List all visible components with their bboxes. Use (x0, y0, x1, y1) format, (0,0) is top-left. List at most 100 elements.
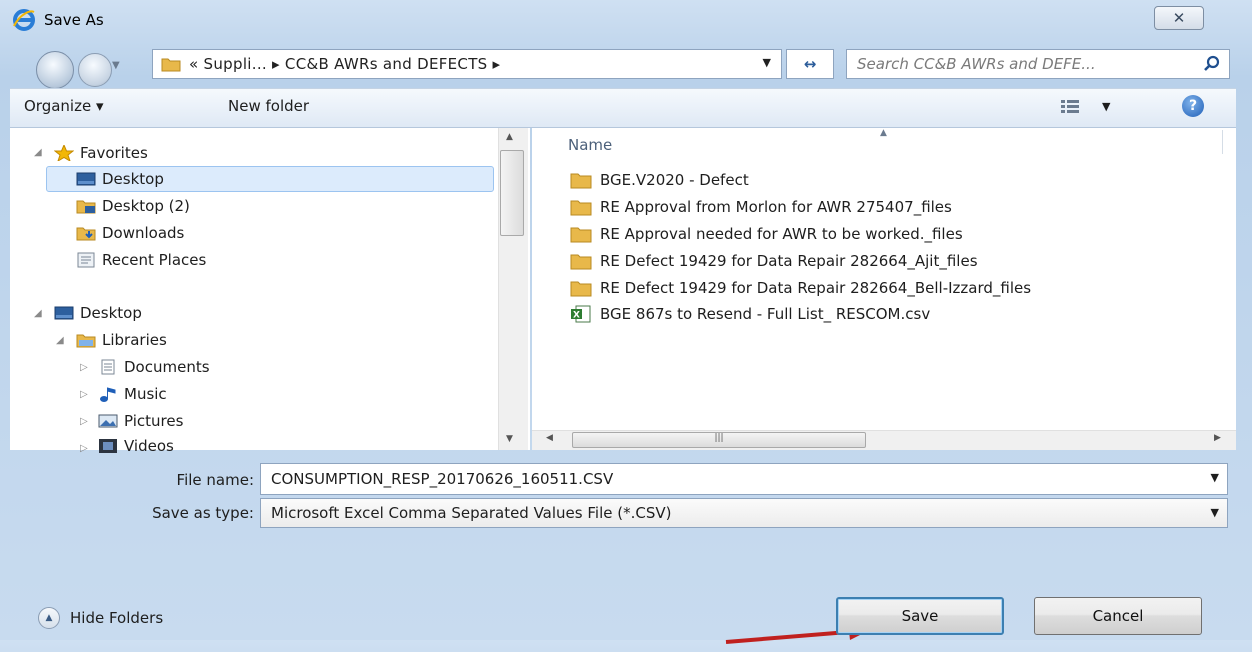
nav-libraries[interactable]: Libraries (76, 331, 167, 349)
nav-library-music[interactable]: Music (98, 385, 167, 403)
close-icon: ✕ (1172, 9, 1186, 27)
address-bar[interactable]: « Suppli... ▸ CC&B AWRs and DEFECTS ▸ ▼ (152, 49, 782, 79)
hide-folders-button[interactable]: ▲ Hide Folders (38, 607, 163, 629)
search-icon[interactable] (1203, 55, 1221, 73)
toolbar (10, 88, 1236, 128)
column-separator[interactable] (1222, 130, 1223, 154)
nav-label: Music (124, 385, 167, 403)
collapsed-triangle-icon[interactable]: ▷ (80, 416, 88, 427)
recent-pages-dropdown-icon[interactable]: ▼ (112, 60, 126, 80)
nav-label: Libraries (102, 331, 167, 349)
nav-label: Documents (124, 358, 210, 376)
excel-csv-icon: X (571, 305, 591, 323)
expanded-triangle-icon[interactable]: ◢ (34, 308, 42, 319)
file-name-value[interactable]: CONSUMPTION_RESP_20170626_160511.CSV (271, 470, 613, 488)
nav-library-videos[interactable]: Videos (98, 437, 174, 455)
folder-icon (570, 173, 592, 189)
file-name: RE Defect 19429 for Data Repair 282664_B… (600, 279, 1032, 297)
cancel-button[interactable]: Cancel (1034, 597, 1202, 635)
breadcrumb[interactable]: « Suppli... ▸ CC&B AWRs and DEFECTS ▸ (189, 55, 500, 73)
nav-library-documents[interactable]: Documents (98, 358, 210, 376)
nav-desktop[interactable]: Desktop (54, 304, 142, 322)
view-dropdown-icon[interactable]: ▼ (1102, 100, 1110, 113)
refresh-button[interactable]: ↔ (786, 49, 834, 79)
nav-favorites-recent-places[interactable]: Recent Places (76, 251, 206, 269)
search-input[interactable]: Search CC&B AWRs and DEFE... (846, 49, 1230, 79)
file-name-label: File name: (176, 471, 254, 489)
music-icon (100, 387, 116, 402)
chevron-down-icon[interactable]: ▼ (1211, 506, 1219, 519)
organize-menu[interactable]: Organize ▾ (24, 97, 104, 115)
file-name: BGE.V2020 - Defect (600, 171, 749, 189)
nav-scroll-thumb[interactable] (500, 150, 524, 236)
libraries-icon (76, 334, 96, 348)
desktop-icon (76, 172, 96, 186)
videos-icon (99, 439, 117, 453)
file-list-item[interactable]: RE Approval needed for AWR to be worked.… (570, 225, 963, 243)
file-name: BGE 867s to Resend - Full List_ RESCOM.c… (600, 305, 931, 323)
nav-label: Pictures (124, 412, 184, 430)
save-as-type-select[interactable]: Microsoft Excel Comma Separated Values F… (260, 498, 1228, 528)
svg-text:X: X (573, 311, 580, 321)
file-list-item[interactable]: X BGE 867s to Resend - Full List_ RESCOM… (570, 305, 930, 323)
expanded-triangle-icon[interactable]: ◢ (34, 147, 42, 158)
nav-label: Downloads (102, 224, 185, 242)
file-list-item[interactable]: RE Defect 19429 for Data Repair 282664_A… (570, 252, 978, 270)
search-placeholder: Search CC&B AWRs and DEFE... (857, 55, 1096, 73)
folder-icon (161, 58, 181, 72)
title-bar (0, 0, 1252, 38)
file-list-item[interactable]: BGE.V2020 - Defect (570, 171, 749, 189)
folder-icon (570, 281, 592, 297)
file-name: RE Approval from Morlon for AWR 275407_f… (600, 198, 952, 216)
back-button[interactable] (36, 51, 74, 89)
desktop-icon (54, 306, 74, 320)
nav-favorites-downloads[interactable]: Downloads (76, 224, 184, 242)
collapse-up-icon: ▲ (38, 607, 60, 629)
hide-folders-label: Hide Folders (70, 609, 164, 627)
nav-favorites-desktop[interactable]: Desktop (76, 170, 164, 188)
folder-icon (570, 254, 592, 270)
save-as-type-label: Save as type: (152, 504, 254, 522)
window-title: Save As (44, 11, 104, 29)
collapsed-triangle-icon[interactable]: ▷ (80, 362, 88, 373)
nav-favorites[interactable]: Favorites (54, 144, 148, 162)
scroll-left-icon[interactable]: ◀ (546, 433, 553, 443)
file-list-item[interactable]: RE Approval from Morlon for AWR 275407_f… (570, 198, 952, 216)
scroll-up-icon[interactable]: ▲ (506, 132, 513, 142)
horizontal-scroll-thumb[interactable]: ||| (572, 432, 866, 448)
column-header-name[interactable]: Name (568, 136, 612, 154)
sort-ascending-icon: ▲ (880, 128, 887, 138)
view-options-icon[interactable] (1060, 98, 1080, 114)
nav-label: Favorites (80, 144, 148, 162)
collapsed-triangle-icon[interactable]: ▷ (80, 443, 88, 454)
recent-places-icon (77, 252, 95, 268)
refresh-icon: ↔ (803, 55, 817, 73)
nav-label: Desktop (102, 170, 164, 188)
file-name-field[interactable]: CONSUMPTION_RESP_20170626_160511.CSV ▼ (260, 463, 1228, 495)
file-name: RE Defect 19429 for Data Repair 282664_A… (600, 252, 978, 270)
nav-label: Recent Places (102, 251, 207, 269)
nav-favorites-desktop-2[interactable]: Desktop (2) (76, 197, 190, 215)
scroll-right-icon[interactable]: ▶ (1214, 433, 1221, 443)
file-name: RE Approval needed for AWR to be worked.… (600, 225, 963, 243)
help-icon[interactable]: ? (1182, 95, 1204, 117)
forward-button[interactable] (78, 53, 112, 87)
folder-icon (76, 200, 96, 214)
nav-label: Videos (124, 437, 174, 455)
expanded-triangle-icon[interactable]: ◢ (56, 335, 64, 346)
folder-icon (570, 200, 592, 216)
nav-library-pictures[interactable]: Pictures (98, 412, 183, 430)
chevron-down-icon[interactable]: ▼ (1211, 471, 1219, 484)
star-icon (54, 145, 74, 161)
file-list-item[interactable]: RE Defect 19429 for Data Repair 282664_B… (570, 279, 1031, 297)
chevron-down-icon[interactable]: ▼ (763, 56, 771, 69)
downloads-icon (76, 227, 96, 241)
nav-label: Desktop (2) (102, 197, 190, 215)
new-folder-button[interactable]: New folder (228, 97, 309, 115)
internet-explorer-icon (13, 9, 35, 31)
save-button[interactable]: Save (836, 597, 1004, 635)
close-button[interactable]: ✕ (1154, 6, 1204, 30)
scroll-down-icon[interactable]: ▼ (506, 434, 513, 444)
collapsed-triangle-icon[interactable]: ▷ (80, 389, 88, 400)
pictures-icon (98, 414, 118, 428)
